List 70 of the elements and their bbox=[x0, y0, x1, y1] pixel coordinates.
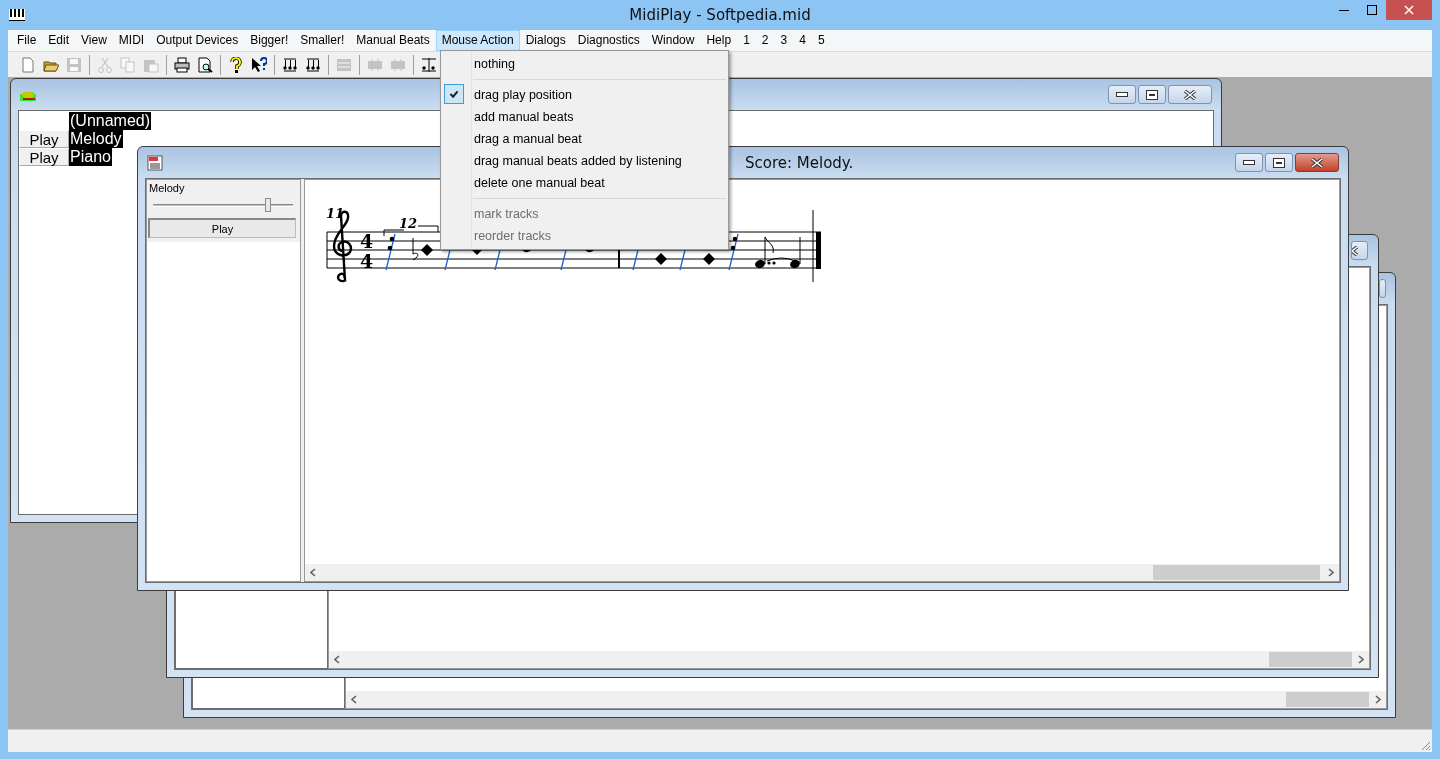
menu-item[interactable]: Smaller! bbox=[294, 30, 351, 51]
document-icon bbox=[147, 154, 163, 171]
restore-button[interactable] bbox=[1265, 153, 1293, 172]
menu-item[interactable]: 1 bbox=[737, 30, 756, 51]
menu-option: mark tracks bbox=[441, 203, 728, 225]
track-name[interactable]: (Unnamed) bbox=[69, 112, 152, 130]
time-signature: 4 bbox=[360, 250, 374, 272]
menu-item[interactable]: 4 bbox=[793, 30, 812, 51]
menu-item[interactable]: File bbox=[11, 30, 43, 51]
track-name: Melody bbox=[148, 182, 186, 194]
play-button[interactable]: Play bbox=[19, 148, 69, 166]
print-preview-icon[interactable] bbox=[197, 56, 213, 73]
menu-option[interactable]: nothing bbox=[441, 53, 728, 75]
minimize-button[interactable] bbox=[1108, 85, 1136, 104]
menu-item[interactable]: Output Devices bbox=[150, 30, 245, 51]
menu-item[interactable]: Help bbox=[700, 30, 738, 51]
menu-item[interactable]: View bbox=[75, 30, 113, 51]
menu-item[interactable]: Bigger! bbox=[244, 30, 295, 51]
horizontal-scrollbar[interactable] bbox=[305, 564, 1339, 581]
scrollbar-thumb[interactable] bbox=[1286, 692, 1369, 707]
menu-option: reorder tracks bbox=[441, 225, 728, 247]
menu-item[interactable]: Dialogs bbox=[519, 30, 572, 51]
close-button[interactable] bbox=[1351, 241, 1368, 260]
close-button[interactable] bbox=[1168, 85, 1212, 104]
track-name[interactable]: Piano bbox=[69, 148, 112, 166]
close-icon[interactable] bbox=[1310, 157, 1324, 168]
bar-number: 11 bbox=[326, 206, 345, 221]
menu-option[interactable]: drag a manual beat bbox=[441, 128, 728, 150]
bar-number: 12 bbox=[399, 216, 418, 231]
scrollbar-thumb[interactable] bbox=[1153, 565, 1320, 580]
question-mark-icon[interactable] bbox=[228, 56, 244, 73]
restore-icon[interactable] bbox=[1146, 89, 1158, 100]
minimize-icon[interactable] bbox=[1243, 159, 1255, 166]
resize-grip-icon[interactable] bbox=[1419, 739, 1431, 751]
play-button[interactable]: Play bbox=[148, 218, 296, 238]
window-title: MidiPlay - Softpedia.mid bbox=[629, 6, 811, 24]
printer-icon[interactable] bbox=[174, 56, 190, 73]
minimize-icon[interactable] bbox=[1116, 91, 1128, 98]
horizontal-scrollbar[interactable] bbox=[346, 691, 1386, 708]
slider-thumb[interactable] bbox=[264, 198, 271, 212]
menu-item[interactable]: Window bbox=[645, 30, 701, 51]
menu-item[interactable]: Edit bbox=[42, 30, 76, 51]
close-icon[interactable] bbox=[1183, 89, 1197, 100]
menu-item[interactable]: Manual Beats bbox=[350, 30, 436, 51]
restore-button[interactable] bbox=[1138, 85, 1166, 104]
scrollbar-thumb[interactable] bbox=[1269, 652, 1352, 667]
menu-item[interactable]: 5 bbox=[811, 30, 831, 51]
close-button[interactable] bbox=[1295, 153, 1339, 172]
window-title: Score: Melody. bbox=[745, 153, 854, 172]
track-name[interactable]: Melody bbox=[69, 130, 123, 148]
menu-item[interactable]: 3 bbox=[774, 30, 794, 51]
time-signature: 4 bbox=[360, 230, 374, 252]
notes-icon[interactable] bbox=[305, 56, 321, 73]
minimize-button[interactable] bbox=[1235, 153, 1263, 172]
restore-icon[interactable] bbox=[1273, 157, 1285, 168]
menu-item[interactable]: MIDI bbox=[112, 30, 151, 51]
menu-option[interactable]: add manual beats bbox=[441, 106, 728, 128]
menu-option[interactable]: delete one manual beat bbox=[441, 172, 728, 194]
horizontal-scrollbar[interactable] bbox=[329, 651, 1369, 668]
notes-icon[interactable] bbox=[282, 56, 298, 73]
notes-icon[interactable] bbox=[421, 56, 437, 73]
play-button[interactable]: Play bbox=[19, 130, 69, 148]
maximize-icon[interactable] bbox=[1367, 5, 1377, 15]
piano-keys-icon bbox=[9, 9, 25, 21]
menu-option[interactable]: drag play position bbox=[441, 84, 728, 106]
pointer-question-icon[interactable] bbox=[251, 56, 267, 73]
menu-item[interactable]: Diagnostics bbox=[571, 30, 646, 51]
menu-option[interactable]: drag manual beats added by listening bbox=[441, 150, 728, 172]
menu-item[interactable]: Mouse Action bbox=[435, 30, 520, 51]
menu-item[interactable]: 2 bbox=[755, 30, 775, 51]
